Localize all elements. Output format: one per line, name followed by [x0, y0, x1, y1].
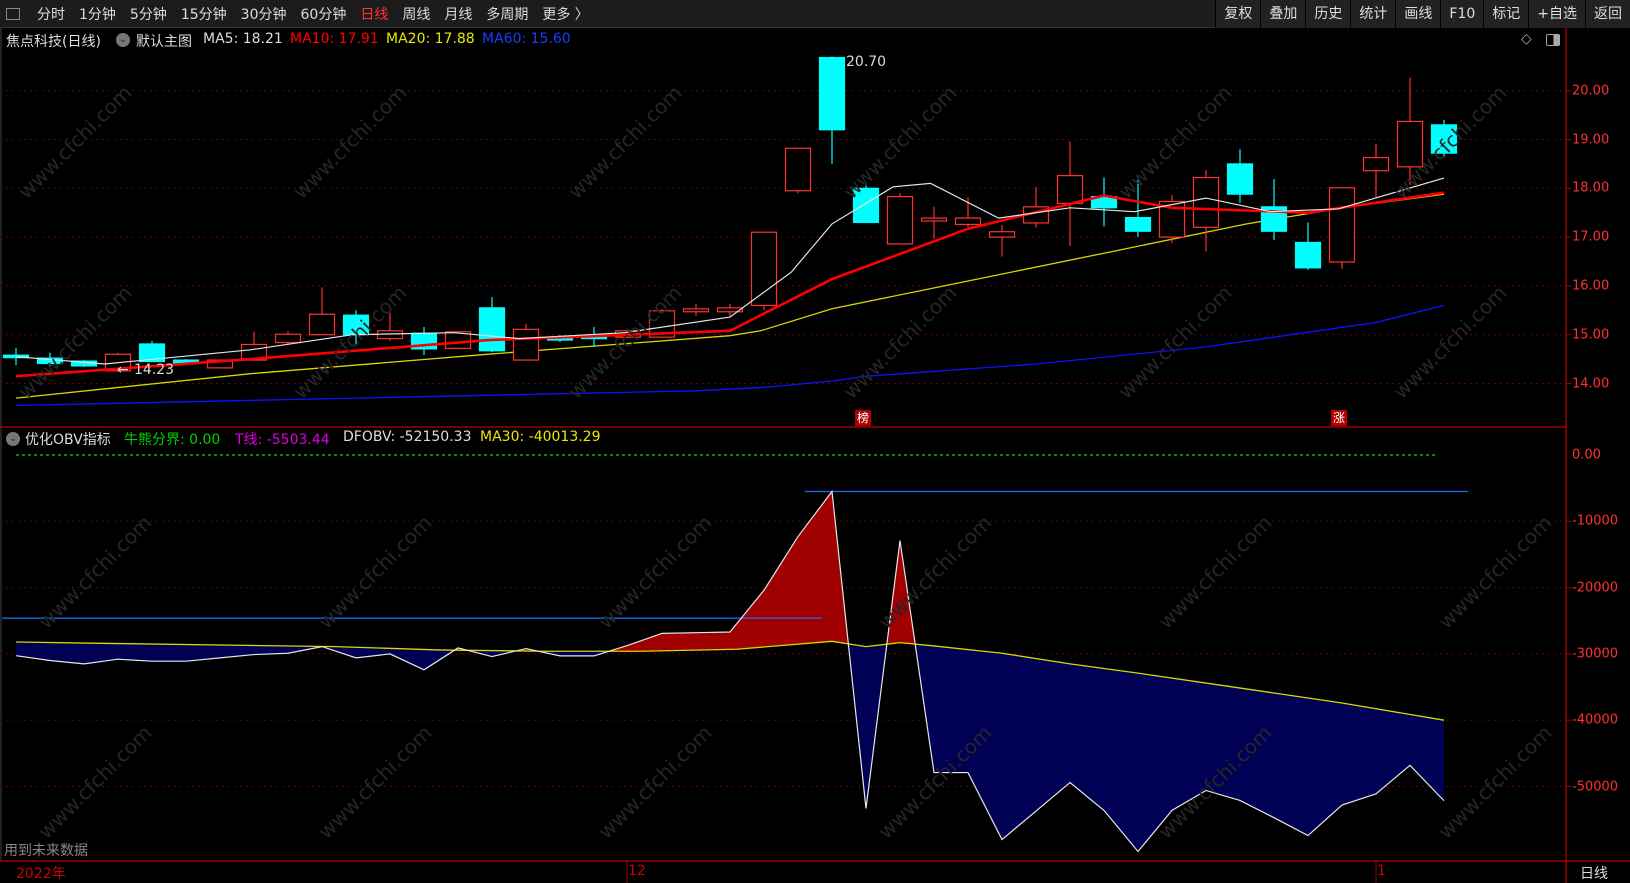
candle-body: [784, 147, 812, 192]
candle: [1022, 186, 1050, 228]
t-line-value: T线: -5503.44: [235, 432, 330, 448]
ma10-line: [15, 191, 1445, 378]
candle: [1362, 143, 1390, 198]
candle: [2, 347, 30, 365]
candle: [784, 147, 812, 194]
price-axis-label: 20.00: [1572, 83, 1610, 99]
ma60-value: MA60: 15.60: [482, 31, 571, 47]
time-label-jan: 1: [1377, 863, 1386, 879]
candle-body: [1430, 124, 1458, 154]
candle: [512, 323, 540, 361]
candle-body: [1226, 163, 1254, 195]
candle: [1260, 179, 1288, 241]
candle: [1294, 222, 1322, 270]
limit-up-badge[interactable]: 涨: [1331, 410, 1347, 426]
panel-toggle-icon[interactable]: [1546, 34, 1560, 46]
bull-bear-value: 牛熊分界: 0.00: [124, 432, 221, 448]
candle-body: [682, 308, 710, 313]
low-price-arrow-icon: ←: [117, 362, 129, 378]
price-axis-label: 16.00: [1572, 278, 1610, 294]
dfobv-line: [15, 489, 1445, 853]
candle: [410, 326, 438, 356]
high-price-label: 20.70: [846, 54, 887, 70]
candle-body: [1192, 176, 1220, 228]
candle-body: [954, 217, 982, 226]
candle-body: [988, 231, 1016, 238]
candle-body: [308, 313, 336, 336]
price-axis-label: 17.00: [1572, 229, 1610, 245]
obv-axis-label: -40000: [1572, 712, 1619, 728]
candle-body: [478, 307, 506, 352]
indicator-name[interactable]: 优化OBV指标: [25, 429, 111, 449]
period-label[interactable]: 日线: [1580, 863, 1608, 883]
candle: [376, 312, 404, 342]
template-name[interactable]: 默认主图: [136, 31, 192, 51]
candle-body: [274, 333, 302, 344]
candle: [1090, 177, 1118, 227]
price-axis-label: 18.00: [1572, 180, 1610, 196]
candle: [1226, 149, 1254, 203]
candle-body: [1294, 241, 1322, 269]
obv-axis-label: -20000: [1572, 580, 1619, 596]
time-label-year: 2022年: [16, 866, 66, 882]
candle-body: [1328, 187, 1356, 263]
price-axis-label: 14.00: [1572, 376, 1610, 391]
candle: [240, 331, 268, 361]
candle-body: [342, 314, 370, 336]
ma5-value: MA5: 18.21: [203, 31, 283, 47]
candle: [988, 224, 1016, 257]
diamond-icon[interactable]: ◇: [1521, 31, 1532, 47]
candle: [1396, 77, 1424, 185]
candle-body: [886, 195, 914, 245]
obv-axis-label: -50000: [1572, 779, 1619, 794]
candle: [1328, 187, 1356, 269]
ma20-value: MA20: 17.88: [386, 31, 475, 47]
candle: [920, 206, 948, 240]
ma10-value: MA10: 17.91: [290, 31, 379, 47]
candle: [682, 303, 710, 317]
obv-axis-label: -30000: [1572, 646, 1619, 662]
candle: [1056, 141, 1084, 246]
ma60-line: [15, 304, 1445, 407]
price-axis-label: 19.00: [1572, 132, 1610, 147]
time-label-dec: 12: [628, 863, 646, 879]
candle-body: [920, 217, 948, 222]
candle: [1430, 119, 1458, 158]
stock-title: 焦点科技(日线): [6, 34, 101, 50]
candle-body: [1396, 120, 1424, 168]
obv-axis-label: 0.00: [1572, 447, 1601, 463]
candle-body: [818, 56, 846, 131]
candle-body: [1056, 175, 1084, 205]
dfobv-value: DFOBV: -52150.33: [343, 429, 472, 445]
candle: [954, 197, 982, 228]
price-axis-label: 15.00: [1572, 327, 1610, 343]
candle-body: [1362, 156, 1390, 172]
candle-body: [512, 328, 540, 361]
candle: [308, 287, 336, 336]
candle: [1192, 170, 1220, 252]
rank-badge[interactable]: 榜: [855, 410, 871, 426]
candle: [818, 56, 846, 164]
candle-body: [852, 187, 880, 224]
obv-axis-label: -10000: [1572, 513, 1619, 529]
low-price-label: 14.23: [134, 362, 175, 378]
ma30-value: MA30: -40013.29: [480, 429, 601, 445]
candle: [886, 193, 914, 245]
candle-body: [1124, 216, 1152, 232]
indicator-dropdown-icon[interactable]: ⌄: [6, 432, 20, 446]
candle-body: [750, 231, 778, 307]
candle: [342, 310, 370, 345]
candle: [478, 297, 506, 353]
template-dropdown-icon[interactable]: ⌄: [116, 33, 130, 47]
future-data-note: 用到未来数据: [4, 843, 88, 859]
